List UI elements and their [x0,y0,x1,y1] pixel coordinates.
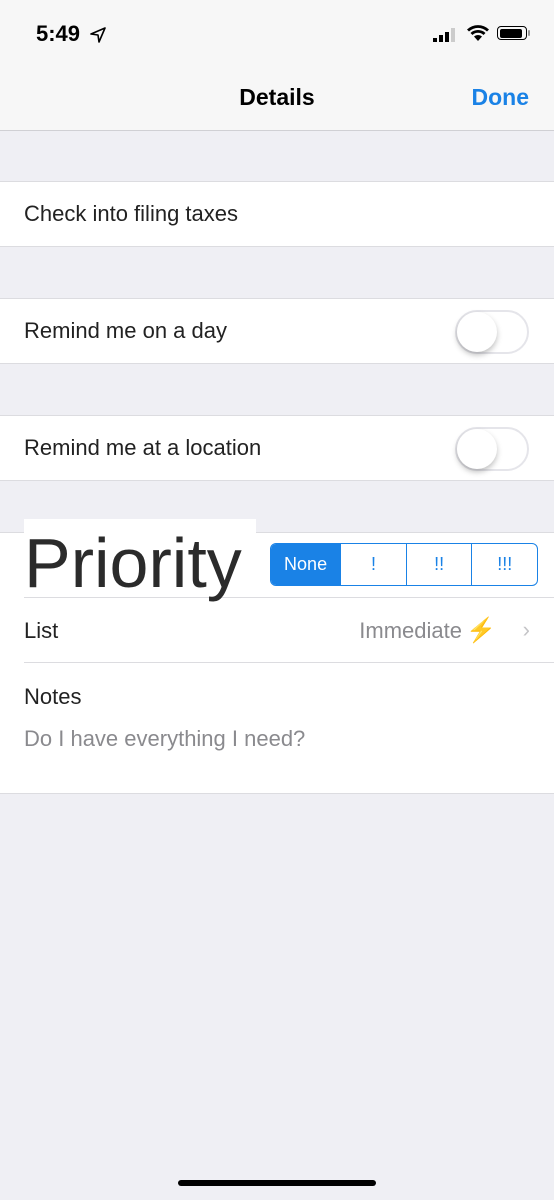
home-indicator[interactable] [178,1180,376,1186]
battery-tip [528,30,530,36]
cellular-signal-icon [433,28,455,42]
remind-day-label: Remind me on a day [24,318,227,343]
priority-option-none[interactable]: None [271,544,341,585]
divider [24,662,554,663]
task-title-cell[interactable]: Check into filing taxes [0,181,554,247]
toggle-knob [457,312,497,352]
priority-option-high[interactable]: !!! [471,544,537,585]
priority-option-medium[interactable]: !! [405,544,472,585]
wifi-icon [467,25,489,41]
remind-location-toggle[interactable] [455,427,529,471]
toggle-knob [457,429,497,469]
remind-day-toggle[interactable] [455,310,529,354]
priority-option-low[interactable]: ! [340,544,406,585]
status-time: 5:49 [36,21,81,46]
list-label: List [24,618,59,643]
done-button[interactable]: Done [472,84,530,111]
location-arrow-icon [90,27,106,43]
remind-day-cell: Remind me on a day [0,298,554,364]
priority-label: Priority [24,524,242,602]
task-title-field[interactable]: Check into filing taxes [24,201,238,227]
status-bar: 5:49 [0,0,554,68]
navigation-bar: Details Done [0,68,554,131]
remind-location-label: Remind me at a location [24,435,262,460]
battery-icon [497,26,527,40]
chevron-right-icon[interactable]: › [523,617,530,643]
priority-segmented-control[interactable]: None ! !! !!! [270,543,538,586]
remind-location-cell: Remind me at a location [0,415,554,481]
list-value[interactable]: Immediate [359,618,462,644]
lightning-bolt-icon: ⚡ [466,617,496,644]
notes-input[interactable]: Do I have everything I need? [24,726,305,752]
notes-label: Notes [24,684,82,709]
